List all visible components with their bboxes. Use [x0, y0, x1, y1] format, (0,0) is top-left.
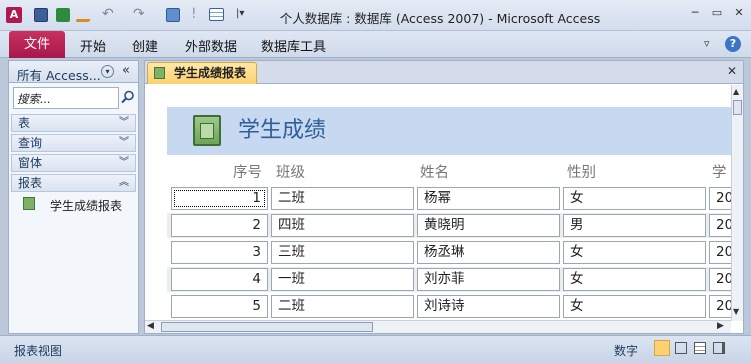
info-icon[interactable]: !	[191, 6, 197, 22]
nav-group-forms[interactable]: 窗体 ︾	[11, 154, 136, 172]
expand-chevron-icon: ︾	[119, 117, 129, 128]
expand-chevron-icon: ︾	[119, 137, 129, 148]
scroll-down-arrow-icon[interactable]: ▼	[733, 307, 739, 316]
report-view-icon[interactable]	[654, 340, 670, 356]
column-header-id: 序号	[233, 165, 262, 181]
minimize-button[interactable]: ─	[687, 6, 703, 20]
tab-file[interactable]: 文件	[9, 31, 65, 58]
design-view-icon[interactable]	[713, 342, 725, 354]
cell-name[interactable]: 黄晓明	[417, 214, 560, 237]
nav-group-label: 表	[18, 116, 31, 130]
nav-search-input[interactable]: 搜索...	[13, 87, 119, 109]
tab-home[interactable]: 开始	[80, 36, 106, 55]
document-tab[interactable]: 学生成绩报表	[147, 62, 257, 84]
scroll-up-arrow-icon[interactable]: ▲	[733, 87, 739, 96]
layout-view-icon[interactable]	[694, 342, 706, 354]
report-icon	[154, 67, 165, 79]
cell-class[interactable]: 二班	[271, 295, 414, 318]
nav-group-reports[interactable]: 报表 ︽	[11, 174, 136, 192]
cell-name[interactable]: 刘亦菲	[417, 268, 560, 291]
vertical-scrollbar[interactable]: ▲ ▼	[731, 85, 743, 321]
report-icon	[23, 197, 35, 210]
window-title: 个人数据库 : 数据库 (Access 2007) - Microsoft Ac…	[279, 11, 601, 26]
cell-gender[interactable]: 女	[563, 187, 706, 210]
table-row: 5 二班 刘诗诗 女 20	[167, 294, 739, 319]
print-preview-icon[interactable]	[675, 342, 687, 354]
nav-group-label: 窗体	[18, 156, 43, 170]
cell-class[interactable]: 一班	[271, 268, 414, 291]
column-header-extra: 学	[712, 165, 727, 181]
cell-name[interactable]: 刘诗诗	[417, 295, 560, 318]
cell-gender[interactable]: 女	[563, 295, 706, 318]
edit-icon[interactable]	[75, 8, 95, 22]
cell-id[interactable]: 1	[171, 187, 268, 210]
column-header-class: 班级	[276, 165, 305, 181]
maximize-button[interactable]: ▭	[709, 6, 725, 20]
cell-gender[interactable]: 男	[563, 214, 706, 237]
undo-icon[interactable]: ↶	[102, 6, 114, 22]
table-row: 2 四班 黄晓明 男 20	[167, 213, 739, 238]
report-view: 学生成绩报表 ✕ 学生成绩 序号 班级 姓名 性别 学 1 二班 杨幂 女 20…	[144, 60, 744, 334]
refresh-icon[interactable]	[166, 8, 180, 22]
nav-header[interactable]: 所有 Access... ▾ «	[9, 61, 138, 83]
collapse-pane-icon[interactable]: «	[122, 63, 130, 78]
tab-create[interactable]: 创建	[132, 36, 158, 55]
close-document-icon[interactable]: ✕	[727, 64, 737, 78]
close-button[interactable]: ✕	[731, 6, 747, 20]
scroll-left-arrow-icon[interactable]: ◀	[147, 321, 154, 331]
column-header-gender: 性别	[567, 165, 596, 181]
help-icon[interactable]: ?	[725, 36, 741, 52]
datasheet-icon[interactable]	[209, 8, 224, 21]
nav-group-label: 查询	[18, 136, 43, 150]
tab-external-data[interactable]: 外部数据	[185, 36, 237, 55]
cell-name[interactable]: 杨幂	[417, 187, 560, 210]
status-bar: 报表视图 数字	[0, 335, 751, 363]
cell-id[interactable]: 2	[171, 214, 268, 237]
scroll-right-arrow-icon[interactable]: ▶	[717, 321, 724, 331]
nav-item-label: 学生成绩报表	[50, 199, 123, 213]
table-row: 3 三班 杨丞琳 女 20	[167, 240, 739, 265]
cell-gender[interactable]: 女	[563, 241, 706, 264]
expand-chevron-icon: ︾	[119, 157, 129, 168]
cell-class[interactable]: 三班	[271, 241, 414, 264]
nav-dropdown-icon[interactable]: ▾	[101, 65, 114, 78]
ribbon-tabs: 文件 开始 创建 外部数据 数据库工具 ▿ ?	[0, 31, 751, 58]
cell-name[interactable]: 杨丞琳	[417, 241, 560, 264]
cell-id[interactable]: 5	[171, 295, 268, 318]
nav-group-label: 报表	[18, 176, 43, 190]
status-view-label: 报表视图	[14, 344, 63, 358]
report-header: 学生成绩	[167, 107, 731, 155]
nav-title[interactable]: 所有 Access...	[17, 65, 101, 84]
nav-group-tables[interactable]: 表 ︾	[11, 114, 136, 132]
redo-icon[interactable]: ↷	[133, 6, 145, 22]
column-header-name: 姓名	[420, 165, 449, 181]
scroll-thumb[interactable]	[733, 100, 742, 115]
save-icon[interactable]	[34, 8, 48, 22]
navigation-pane: 所有 Access... ▾ « 搜索... 表 ︾ 查询 ︾ 窗体 ︾ 报表 ︽ 学生…	[8, 60, 139, 334]
cell-class[interactable]: 四班	[271, 214, 414, 237]
excel-export-icon[interactable]	[56, 8, 70, 22]
report-title: 学生成绩	[238, 118, 327, 143]
notebook-icon	[193, 115, 221, 146]
document-tab-label: 学生成绩报表	[174, 66, 247, 80]
cell-id[interactable]: 4	[171, 268, 268, 291]
title-bar: A ↶ ↷ ! |▾ 个人数据库 : 数据库 (Access 2007) - M…	[0, 0, 751, 31]
tab-database-tools[interactable]: 数据库工具	[261, 36, 326, 55]
nav-group-queries[interactable]: 查询 ︾	[11, 134, 136, 152]
cell-gender[interactable]: 女	[563, 268, 706, 291]
nav-item-report[interactable]: 学生成绩报表	[23, 196, 135, 214]
document-tab-strip: 学生成绩报表 ✕	[145, 61, 743, 84]
search-icon[interactable]	[121, 90, 135, 104]
scroll-thumb[interactable]	[161, 322, 373, 332]
horizontal-scrollbar[interactable]: ◀ ▶	[145, 320, 731, 333]
access-logo-icon[interactable]: A	[6, 7, 22, 23]
table-row: 1 二班 杨幂 女 20	[167, 186, 739, 211]
ribbon-minimize-chevron-icon[interactable]: ▿	[704, 37, 710, 50]
cell-class[interactable]: 二班	[271, 187, 414, 210]
table-row: 4 一班 刘亦菲 女 20	[167, 267, 739, 292]
collapse-chevron-icon: ︽	[119, 177, 129, 188]
cell-id[interactable]: 3	[171, 241, 268, 264]
status-numlock: 数字	[614, 344, 639, 358]
